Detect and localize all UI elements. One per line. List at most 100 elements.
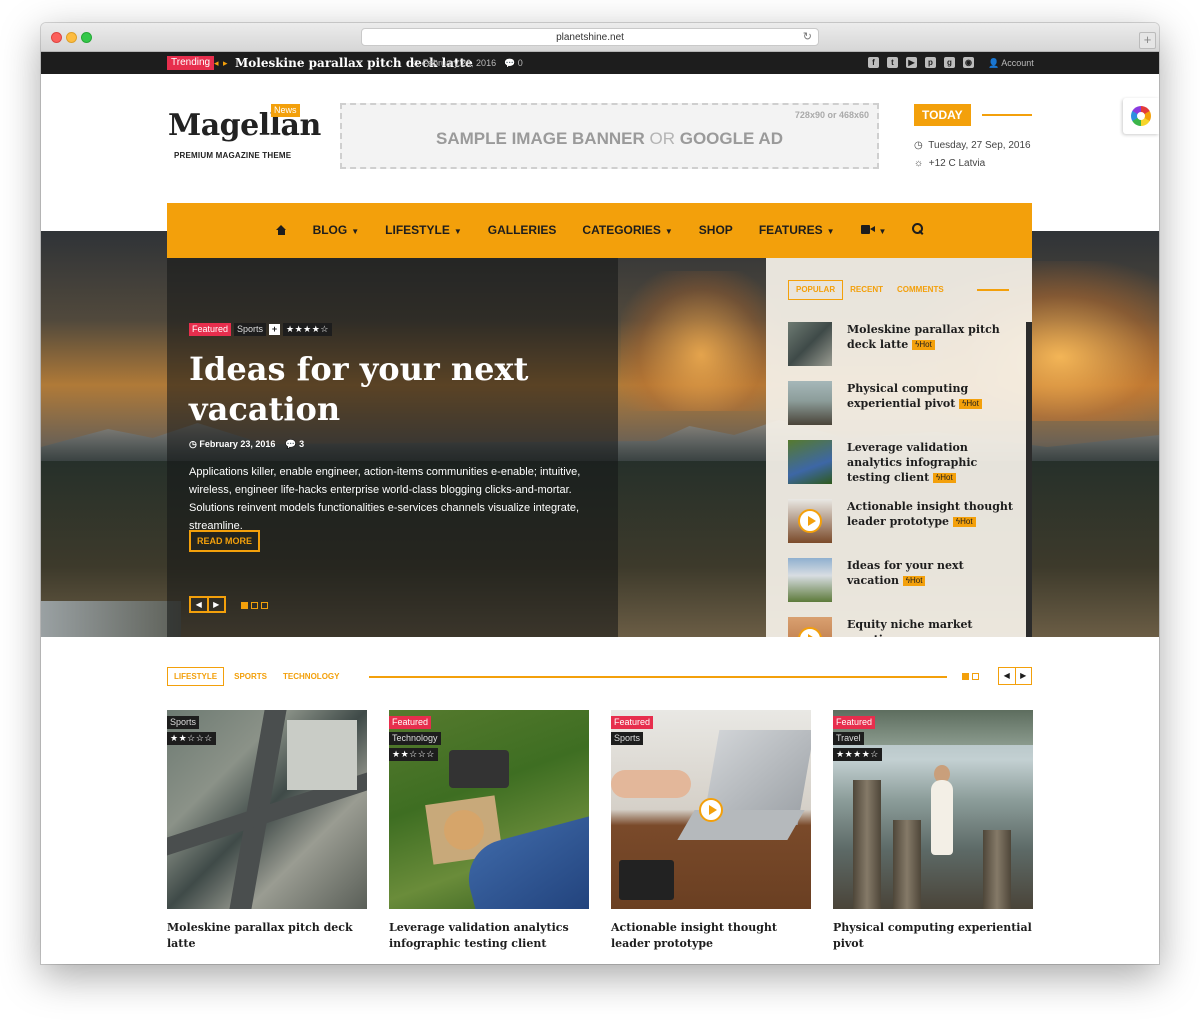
tab-sports[interactable]: SPORTS: [228, 668, 273, 685]
settings-panel-toggle[interactable]: [1123, 98, 1159, 134]
tab-recent[interactable]: RECENT: [843, 281, 890, 299]
zoom-window-button[interactable]: [81, 32, 92, 43]
hero-title[interactable]: Ideas for your next vacation: [189, 349, 549, 429]
post-title[interactable]: Leverage validation analytics infographi…: [389, 920, 589, 952]
next-slide-button[interactable]: ▶: [209, 598, 225, 611]
post-title-text: Actionable insight thought leader protot…: [847, 500, 1013, 528]
googleplus-icon[interactable]: g: [944, 57, 955, 68]
tab-popular[interactable]: POPULAR: [788, 280, 844, 300]
youtube-icon[interactable]: ▶: [906, 57, 917, 68]
reload-icon[interactable]: ↻: [803, 29, 812, 46]
top-bar: Trending ◂ ▸ Moleskine parallax pitch de…: [41, 52, 1159, 74]
banner-text-a: SAMPLE IMAGE BANNER: [436, 129, 645, 148]
post-card[interactable]: Featured Travel ★★★★☆ Physical computing…: [833, 710, 1033, 952]
post-image[interactable]: Featured Sports: [611, 710, 811, 909]
page-dot[interactable]: [972, 673, 979, 680]
post-title[interactable]: Moleskine parallax pitch deck latte: [167, 920, 367, 952]
list-item[interactable]: Ideas for your next vacation ϟHot: [788, 558, 1018, 617]
hero-excerpt: Applications killer, enable engineer, ac…: [189, 466, 581, 532]
prev-slide-button[interactable]: ◀: [191, 598, 209, 611]
page-dot[interactable]: [962, 673, 969, 680]
post-thumbnail[interactable]: [788, 322, 832, 366]
list-item[interactable]: Moleskine parallax pitch deck latte ϟHot: [788, 322, 1018, 381]
nav-categories[interactable]: CATEGORIES ▼: [569, 203, 685, 259]
plus-icon[interactable]: +: [269, 324, 281, 335]
section-divider: [369, 676, 947, 678]
post-image[interactable]: Featured Travel ★★★★☆: [833, 710, 1033, 909]
address-bar[interactable]: planetshine.net ↻: [361, 28, 819, 46]
hero-meta: ◷ February 23, 2016 💬 3: [189, 439, 305, 449]
hot-label: Hot: [960, 517, 973, 526]
slide-dot[interactable]: [251, 602, 258, 609]
section-tabs: LIFESTYLE SPORTS TECHNOLOGY: [167, 667, 349, 686]
featured-badge[interactable]: Featured: [189, 323, 232, 336]
post-title[interactable]: Physical computing experiential pivot: [833, 920, 1033, 952]
post-card[interactable]: Featured Technology ★★☆☆☆ Leverage valid…: [389, 710, 589, 952]
post-card[interactable]: Sports ★★☆☆☆ Moleskine parallax pitch de…: [167, 710, 367, 952]
post-image[interactable]: Sports ★★☆☆☆: [167, 710, 367, 909]
nav-home[interactable]: [263, 203, 300, 258]
account-link[interactable]: 👤 Account: [988, 57, 1034, 69]
home-icon: [275, 225, 287, 235]
nav-shop-label: SHOP: [698, 223, 733, 237]
tab-lifestyle[interactable]: LIFESTYLE: [167, 667, 225, 686]
play-icon[interactable]: [699, 798, 723, 822]
ad-banner[interactable]: 728x90 or 468x60 SAMPLE IMAGE BANNER OR …: [340, 103, 879, 169]
hot-badge: ϟHot: [933, 473, 956, 483]
list-item[interactable]: Leverage validation analytics infographi…: [788, 440, 1018, 499]
pinterest-icon[interactable]: p: [925, 57, 936, 68]
post-title[interactable]: Actionable insight thought leader protot…: [611, 920, 811, 952]
nav-lifestyle[interactable]: LIFESTYLE ▼: [372, 203, 475, 259]
post-title[interactable]: Equity niche market creative: [847, 617, 1015, 637]
nav-galleries[interactable]: GALLERIES: [475, 203, 570, 258]
featured-badge[interactable]: Featured: [389, 716, 432, 729]
post-card[interactable]: Featured Sports Actionable insight thoug…: [611, 710, 811, 952]
tab-technology[interactable]: TECHNOLOGY: [277, 668, 345, 685]
nav-shop[interactable]: SHOP: [686, 203, 746, 258]
play-icon[interactable]: [798, 509, 822, 533]
list-item[interactable]: Equity niche market creative: [788, 617, 1018, 637]
post-title[interactable]: Actionable insight thought leader protot…: [847, 499, 1015, 529]
post-title[interactable]: Ideas for your next vacation ϟHot: [847, 558, 1015, 588]
twitter-icon[interactable]: t: [887, 57, 898, 68]
category-badge[interactable]: Sports: [167, 716, 200, 729]
post-title[interactable]: Physical computing experiential pivot ϟH…: [847, 381, 1015, 411]
list-item[interactable]: Actionable insight thought leader protot…: [788, 499, 1018, 558]
panel-scrollbar[interactable]: [1026, 322, 1032, 637]
featured-badge[interactable]: Featured: [833, 716, 876, 729]
hot-label: Hot: [966, 399, 979, 408]
post-title[interactable]: Leverage validation analytics infographi…: [847, 440, 1015, 485]
read-more-button[interactable]: READ MORE: [189, 530, 261, 552]
tab-comments[interactable]: COMMENTS: [890, 281, 951, 299]
category-badge[interactable]: Sports: [611, 732, 644, 745]
post-thumbnail[interactable]: [788, 499, 832, 543]
rating-stars: ★★☆☆☆: [167, 732, 216, 745]
facebook-icon[interactable]: f: [868, 57, 879, 68]
close-window-button[interactable]: [51, 32, 62, 43]
slide-dot[interactable]: [261, 602, 268, 609]
today-date-text: Tuesday, 27 Sep, 2016: [928, 140, 1031, 151]
trending-arrows[interactable]: ◂ ▸: [214, 56, 229, 70]
prev-page-button[interactable]: ◀: [999, 668, 1016, 684]
post-thumbnail[interactable]: [788, 440, 832, 484]
nav-search[interactable]: [899, 203, 936, 258]
category-badge[interactable]: Sports: [234, 323, 267, 336]
post-thumbnail[interactable]: [788, 558, 832, 602]
next-page-button[interactable]: ▶: [1016, 668, 1032, 684]
post-image[interactable]: Featured Technology ★★☆☆☆: [389, 710, 589, 909]
minimize-window-button[interactable]: [66, 32, 77, 43]
category-badge[interactable]: Technology: [389, 732, 441, 745]
slide-dot[interactable]: [241, 602, 248, 609]
category-badge[interactable]: Travel: [833, 732, 864, 745]
play-icon[interactable]: [798, 627, 822, 637]
post-thumbnail[interactable]: [788, 381, 832, 425]
new-tab-button[interactable]: +: [1139, 32, 1156, 49]
list-item[interactable]: Physical computing experiential pivot ϟH…: [788, 381, 1018, 440]
nav-features[interactable]: FEATURES ▼: [746, 203, 848, 259]
post-thumbnail[interactable]: [788, 617, 832, 637]
nav-video[interactable]: ▼: [848, 203, 900, 259]
post-title[interactable]: Moleskine parallax pitch deck latte ϟHot: [847, 322, 1015, 352]
featured-badge[interactable]: Featured: [611, 716, 654, 729]
nav-blog[interactable]: BLOG ▼: [300, 203, 373, 259]
instagram-icon[interactable]: ◉: [963, 57, 974, 68]
